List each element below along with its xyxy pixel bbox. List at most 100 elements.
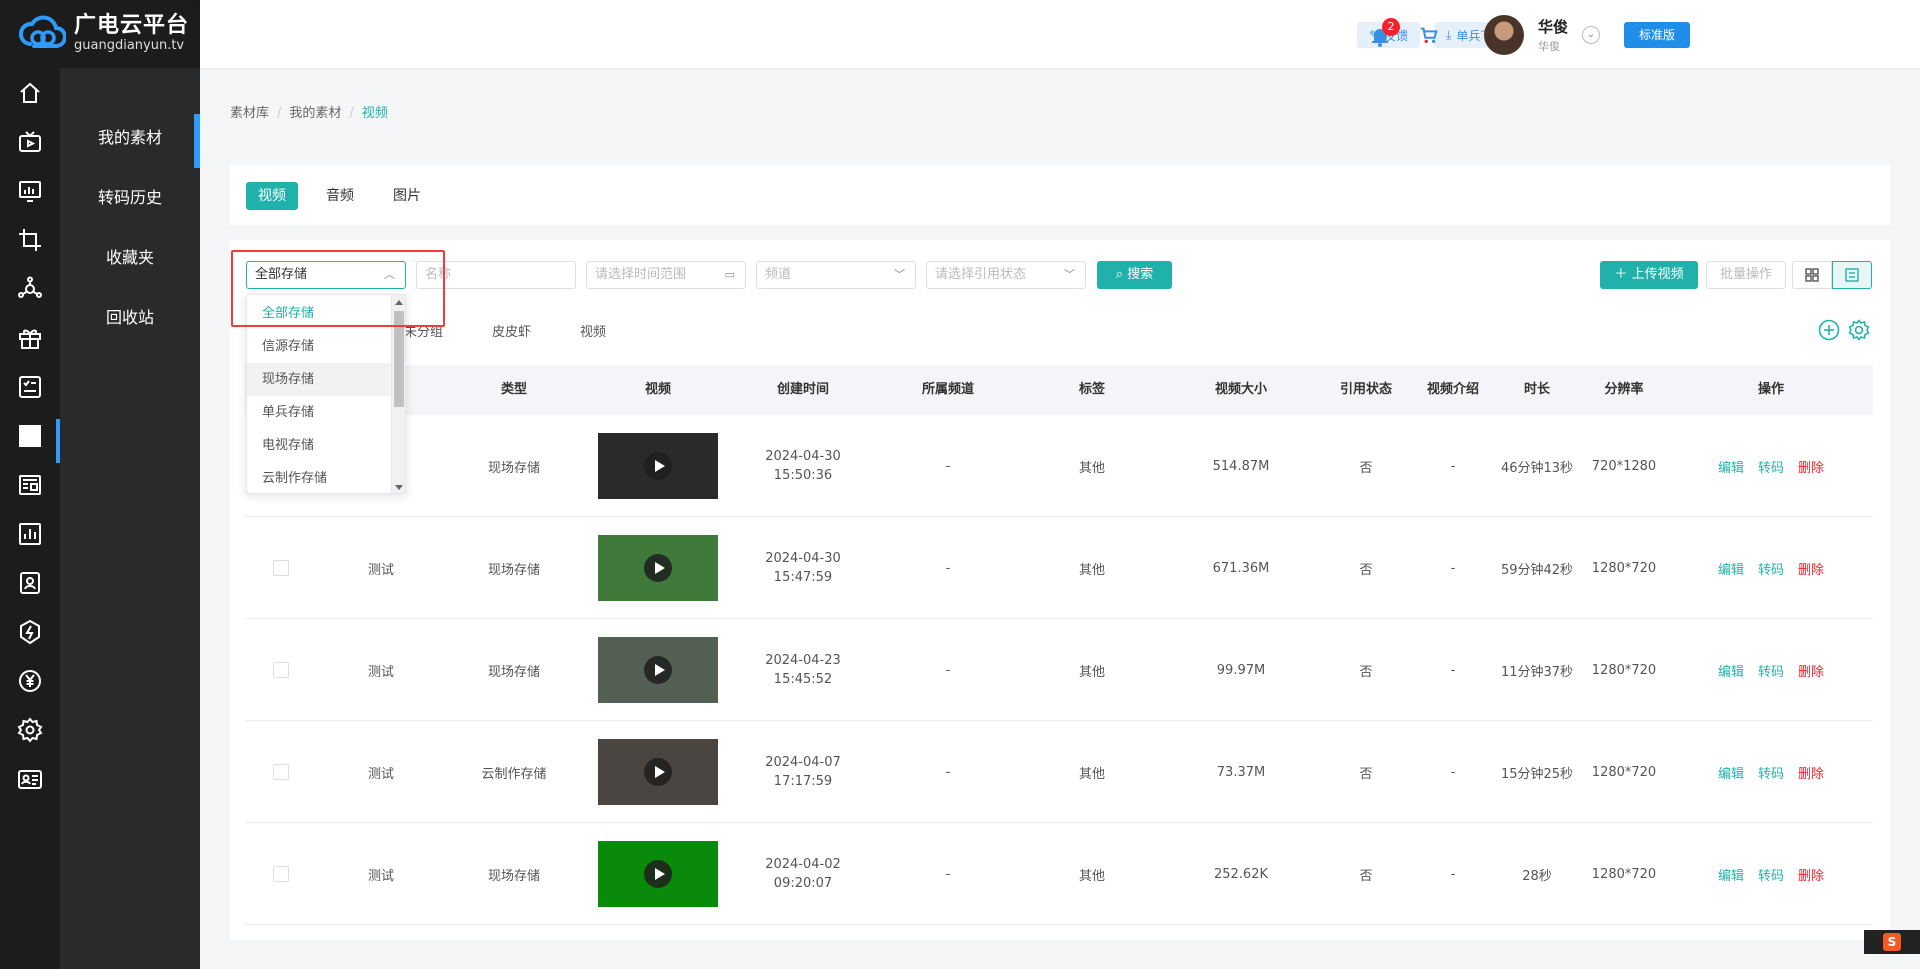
rail-item-shield[interactable] [0, 607, 60, 656]
video-thumbnail[interactable] [598, 433, 718, 499]
dropdown-option[interactable]: 信源存储 [247, 330, 405, 363]
rail-item-id-card[interactable] [0, 754, 60, 803]
rail-item-home[interactable] [0, 68, 60, 117]
dropdown-option[interactable]: 单兵存储 [247, 396, 405, 429]
breadcrumb-item[interactable]: 我的素材 [289, 106, 341, 121]
edit-button[interactable]: 编辑 [1718, 457, 1744, 476]
column-header: 视频介绍 [1426, 382, 1479, 397]
cart-icon[interactable] [1418, 24, 1440, 46]
delete-button[interactable]: 删除 [1798, 865, 1824, 884]
play-icon[interactable] [644, 860, 672, 888]
play-icon[interactable] [644, 758, 672, 786]
submenu-item[interactable]: 我的素材 [60, 106, 200, 168]
transcode-button[interactable]: 转码 [1758, 763, 1784, 782]
table-row[interactable]: 测试 现场存储 2024-04-23 15:45:52 - 其他 99.97M 否 - 11分钟3… [245, 619, 1873, 721]
channel-select[interactable]: 频道 ﹀ [756, 261, 916, 289]
rail-item-checklist[interactable] [0, 362, 60, 411]
submenu-item[interactable]: 回收站 [60, 286, 200, 346]
rail-item-monitor[interactable] [0, 166, 60, 215]
created-time: 15:50:36 [773, 468, 833, 483]
play-icon[interactable] [644, 554, 672, 582]
cell-intro: - [1411, 721, 1495, 823]
rail-item-contact[interactable] [0, 558, 60, 607]
ref-status: 否 [1359, 868, 1373, 884]
tag: 其他 [1078, 766, 1105, 782]
delete-button[interactable]: 删除 [1798, 559, 1824, 578]
rail-item-tv[interactable] [0, 117, 60, 166]
cell-res: 1280*720 [1579, 619, 1669, 721]
edit-button[interactable]: 编辑 [1718, 865, 1744, 884]
avatar[interactable] [1484, 15, 1524, 55]
delete-button[interactable]: 删除 [1798, 763, 1824, 782]
cell-size: 671.36M [1161, 517, 1321, 619]
rail-item-dashboard[interactable] [0, 411, 60, 463]
scroll-down-icon[interactable] [395, 485, 403, 490]
date-range-picker[interactable]: 请选择时间范围 ▭ [586, 261, 746, 289]
row-checkbox[interactable] [273, 764, 289, 780]
column-header: 操作 [1757, 382, 1784, 397]
settings-icon[interactable] [1848, 319, 1870, 341]
search-button[interactable]: ⌕ 搜索 [1097, 261, 1172, 289]
plan-button[interactable]: 标准版 [1624, 22, 1690, 48]
transcode-button[interactable]: 转码 [1758, 559, 1784, 578]
breadcrumb: 素材库 / 我的素材 / 视频 [230, 102, 388, 121]
ref-status: 否 [1359, 562, 1373, 578]
table-row[interactable]: 测试 现场存储 2024-04-02 09:20:07 - 其他 252.62K 否 - 28秒 1… [245, 823, 1873, 925]
tab-image[interactable]: 图片 [381, 182, 433, 210]
created-date: 2024-04-02 [765, 857, 841, 872]
rail-item-crop[interactable] [0, 215, 60, 264]
transcode-button[interactable]: 转码 [1758, 457, 1784, 476]
play-icon[interactable] [644, 452, 672, 480]
video-thumbnail[interactable] [598, 739, 718, 805]
add-group-icon[interactable] [1818, 319, 1840, 341]
grid-view-button[interactable] [1792, 261, 1832, 289]
submenu-item[interactable]: 收藏夹 [60, 226, 200, 286]
row-checkbox[interactable] [273, 560, 289, 576]
video-thumbnail[interactable] [598, 841, 718, 907]
dropdown-option[interactable]: 云制作存储 [247, 462, 405, 493]
upload-video-button[interactable]: ＋ 上传视频 [1600, 261, 1698, 289]
ime-indicator[interactable]: S [1864, 930, 1920, 954]
cell-res: 1280*720 [1579, 823, 1669, 925]
rail-item-settings[interactable] [0, 705, 60, 754]
date-range-placeholder: 请选择时间范围 [595, 267, 687, 282]
submenu-item[interactable]: 转码历史 [60, 166, 200, 226]
cell-check [245, 517, 317, 619]
list-view-button[interactable] [1832, 261, 1872, 289]
rail-item-bar-chart[interactable] [0, 509, 60, 558]
cell-ref: 否 [1321, 721, 1411, 823]
rail-item-gift[interactable] [0, 313, 60, 362]
batch-operation-button[interactable]: 批量操作 [1706, 261, 1786, 289]
group-tab[interactable]: 皮皮虾 [492, 321, 531, 340]
video-thumbnail[interactable] [598, 637, 718, 703]
transcode-button[interactable]: 转码 [1758, 865, 1784, 884]
table-row[interactable]: 测试 云制作存储 2024-04-07 17:17:59 - 其他 73.37M 否 - 15分钟… [245, 721, 1873, 823]
video-thumbnail[interactable] [598, 535, 718, 601]
play-icon[interactable] [644, 656, 672, 684]
group-tab[interactable]: 视频 [580, 321, 606, 340]
table-row[interactable]: 何现场存储2024-04-3015:50:36-其他514.87M否-46分钟1… [245, 415, 1873, 517]
edit-button[interactable]: 编辑 [1718, 661, 1744, 680]
row-checkbox[interactable] [273, 662, 289, 678]
dropdown-option[interactable]: 电视存储 [247, 429, 405, 462]
row-checkbox[interactable] [273, 866, 289, 882]
delete-button[interactable]: 删除 [1798, 661, 1824, 680]
resolution: 1280*720 [1591, 764, 1657, 780]
chevron-down-icon[interactable]: ⌄ [1582, 26, 1600, 44]
table-row[interactable]: 测试 现场存储 2024-04-30 15:47:59 - 其他 671.36M 否 - 59分钟… [245, 517, 1873, 619]
brand-logo[interactable]: 广电云平台 guangdianyun.tv [0, 0, 200, 68]
delete-button[interactable]: 删除 [1798, 457, 1824, 476]
rail-item-yen[interactable] [0, 656, 60, 705]
transcode-button[interactable]: 转码 [1758, 661, 1784, 680]
ref-status-select[interactable]: 请选择引用状态 ﹀ [926, 261, 1086, 289]
tab-audio[interactable]: 音频 [314, 182, 366, 210]
edit-button[interactable]: 编辑 [1718, 559, 1744, 578]
breadcrumb-item[interactable]: 素材库 [230, 106, 269, 121]
cell-tag: 其他 [1023, 517, 1161, 619]
rail-item-news[interactable] [0, 460, 60, 509]
dropdown-option[interactable]: 现场存储 [247, 363, 405, 396]
rail-item-network[interactable] [0, 264, 60, 313]
edit-button[interactable]: 编辑 [1718, 763, 1744, 782]
tab-video[interactable]: 视频 [246, 182, 298, 210]
video-name: 测试 [367, 766, 394, 782]
